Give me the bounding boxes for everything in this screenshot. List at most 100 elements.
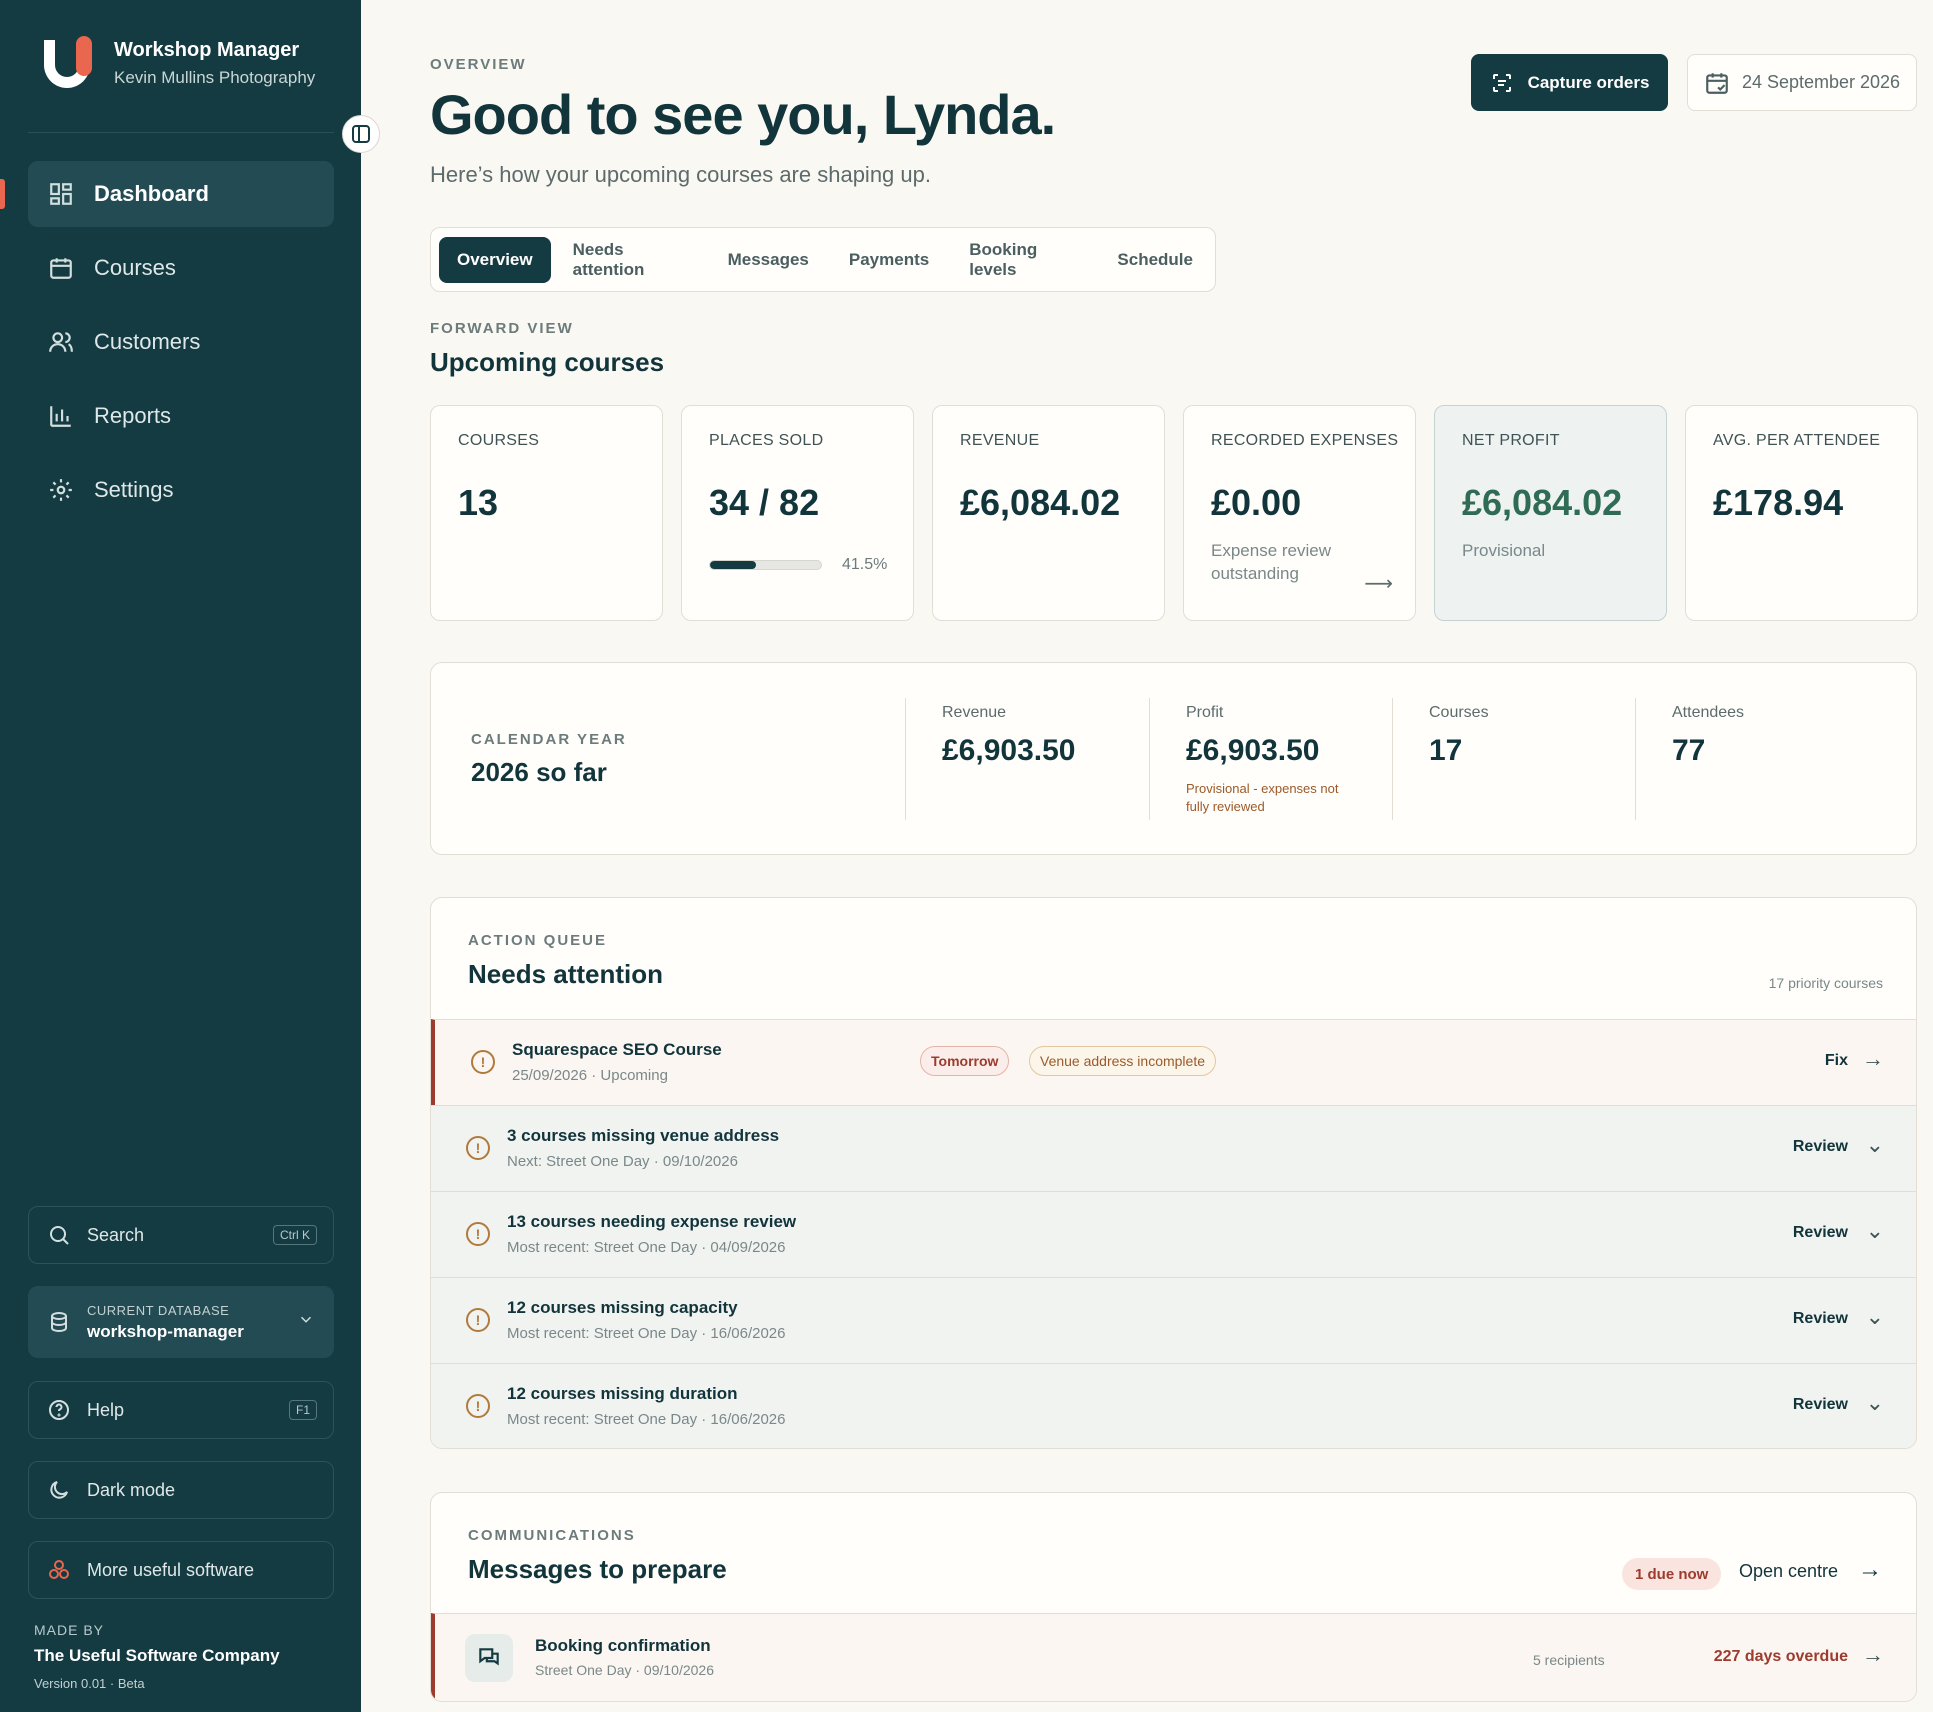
- attention-row-subtitle: Most recent: Street One Day · 16/06/2026: [507, 1411, 786, 1428]
- app-logo: [42, 36, 92, 90]
- kpi-places-sold: PLACES SOLD 34 / 82 41.5%: [681, 405, 914, 621]
- tab-payments[interactable]: Payments: [831, 237, 947, 283]
- review-button[interactable]: Review: [1793, 1396, 1848, 1414]
- communications-eyebrow: COMMUNICATIONS: [468, 1527, 636, 1544]
- review-button[interactable]: Review: [1793, 1310, 1848, 1328]
- due-now-badge: 1 due now: [1622, 1558, 1722, 1590]
- review-button[interactable]: Review: [1793, 1224, 1848, 1242]
- kpi-label: AVG. PER ATTENDEE: [1713, 432, 1881, 449]
- kpi-revenue: REVENUE £6,084.02: [932, 405, 1165, 621]
- tab-schedule[interactable]: Schedule: [1099, 237, 1211, 283]
- cubes-icon: [49, 1560, 69, 1579]
- attention-row[interactable]: ! 3 courses missing venue address Next: …: [431, 1105, 1916, 1191]
- priority-count: 17 priority courses: [1768, 975, 1883, 991]
- page-subtitle: Here’s how your upcoming courses are sha…: [430, 162, 931, 187]
- tab-overview[interactable]: Overview: [439, 236, 551, 283]
- nav-label: Settings: [94, 477, 174, 502]
- more-software-label: More useful software: [87, 1559, 255, 1580]
- kpi-value: £6,084.02: [1462, 482, 1623, 523]
- message-recipients: 5 recipients: [1533, 1652, 1605, 1668]
- action-queue-card: ACTION QUEUE Needs attention 17 priority…: [430, 897, 1917, 1449]
- attention-row[interactable]: ! 13 courses needing expense review Most…: [431, 1191, 1916, 1277]
- made-by-label: MADE BY: [34, 1622, 105, 1638]
- kpi-net-profit: NET PROFIT £6,084.02 Provisional: [1434, 405, 1667, 621]
- page-title: Good to see you, Lynda.: [430, 83, 1056, 146]
- attention-row-subtitle: Most recent: Street One Day · 04/09/2026: [507, 1239, 786, 1256]
- nav-label: Customers: [94, 329, 201, 354]
- attention-row[interactable]: ! 12 courses missing duration Most recen…: [431, 1363, 1916, 1448]
- attention-row-title: Squarespace SEO Course: [512, 1040, 722, 1059]
- nav-item-settings[interactable]: Settings: [28, 457, 334, 523]
- action-queue-eyebrow: ACTION QUEUE: [468, 932, 608, 949]
- app-subtitle: Kevin Mullins Photography: [114, 67, 316, 87]
- chevron-down-icon[interactable]: ⌄: [1866, 1218, 1884, 1244]
- made-by: MADE BY The Useful Software Company Vers…: [34, 1622, 280, 1691]
- year-profit-note: Provisional - expenses not fully reviewe…: [1186, 781, 1339, 815]
- alert-icon: !: [466, 1136, 490, 1160]
- section-tabs: Overview Needs attention Messages Paymen…: [430, 227, 1216, 292]
- chevron-down-icon[interactable]: ⌄: [1866, 1132, 1884, 1158]
- year-attendees-value: 77: [1672, 734, 1706, 767]
- capture-orders-button[interactable]: Capture orders: [1471, 54, 1668, 111]
- database-icon: [51, 1312, 67, 1333]
- nav-item-customers[interactable]: Customers: [28, 309, 334, 375]
- collapse-sidebar-button[interactable]: [342, 115, 380, 153]
- places-sold-progress: [709, 560, 822, 570]
- arrow-right-icon[interactable]: →: [1858, 1556, 1882, 1584]
- chevron-down-icon[interactable]: ⌄: [1866, 1304, 1884, 1330]
- current-date: 24 September 2026: [1741, 72, 1901, 92]
- year-profit: Profit £6,903.50 Provisional - expenses …: [1149, 698, 1356, 820]
- tab-messages[interactable]: Messages: [710, 237, 827, 283]
- nav-item-reports[interactable]: Reports: [28, 383, 334, 449]
- open-centre-link[interactable]: Open centre: [1739, 1561, 1838, 1582]
- search-button[interactable]: Search Ctrl K: [28, 1206, 334, 1264]
- attention-row-subtitle: Most recent: Street One Day · 16/06/2026: [507, 1325, 786, 1342]
- chevron-down-icon: [297, 1311, 315, 1334]
- search-label: Search: [87, 1224, 145, 1245]
- capture-orders-label: Capture orders: [1527, 72, 1650, 92]
- progress-fill: [710, 561, 757, 569]
- date-picker-button[interactable]: 24 September 2026: [1687, 54, 1917, 111]
- help-shortcut: F1: [288, 1400, 317, 1420]
- nav-item-courses[interactable]: Courses: [28, 235, 334, 301]
- scan-icon: [1492, 73, 1511, 92]
- attention-row-title: 12 courses missing capacity: [507, 1298, 738, 1317]
- message-row[interactable]: Booking confirmation Street One Day · 09…: [431, 1613, 1916, 1701]
- version-text: Version 0.01 · Beta: [34, 1676, 145, 1691]
- kpi-value: 13: [458, 482, 499, 523]
- nav-label: Dashboard: [94, 181, 209, 206]
- attention-row[interactable]: ! 12 courses missing capacity Most recen…: [431, 1277, 1916, 1363]
- moon-icon: [50, 1481, 68, 1499]
- message-title: Booking confirmation: [535, 1636, 711, 1655]
- year-profit-value: £6,903.50: [1186, 734, 1320, 767]
- search-shortcut: Ctrl K: [273, 1225, 317, 1245]
- tab-needs-attention[interactable]: Needs attention: [555, 237, 706, 283]
- kpi-courses: COURSES 13: [430, 405, 663, 621]
- upcoming-courses-title: Upcoming courses: [430, 347, 665, 377]
- users-icon: [48, 329, 74, 355]
- alert-icon: !: [466, 1308, 490, 1332]
- attention-row[interactable]: ! Squarespace SEO Course 25/09/2026 · Up…: [431, 1019, 1916, 1105]
- calendar-icon: [48, 255, 74, 281]
- help-button[interactable]: Help F1: [28, 1381, 334, 1439]
- kpi-recorded-expenses[interactable]: RECORDED EXPENSES £0.00 Expense review o…: [1183, 405, 1416, 621]
- database-label: CURRENT DATABASE: [87, 1302, 230, 1318]
- review-button[interactable]: Review: [1793, 1138, 1848, 1156]
- help-icon: [49, 1400, 69, 1420]
- sidebar-toggle-icon: [352, 125, 370, 143]
- chevron-down-icon[interactable]: ⌄: [1866, 1390, 1884, 1416]
- needs-attention-title: Needs attention: [468, 959, 664, 989]
- tab-booking-levels[interactable]: Booking levels: [951, 237, 1095, 283]
- page-eyebrow: OVERVIEW: [430, 56, 527, 73]
- nav-item-dashboard[interactable]: Dashboard: [0, 161, 334, 227]
- more-software-link[interactable]: More useful software: [28, 1541, 334, 1599]
- dark-mode-toggle[interactable]: Dark mode: [28, 1461, 334, 1519]
- alert-icon: !: [466, 1222, 490, 1246]
- kpi-label: REVENUE: [960, 432, 1040, 449]
- kpi-avg-per-attendee: AVG. PER ATTENDEE £178.94: [1685, 405, 1918, 621]
- attention-row-title: 12 courses missing duration: [507, 1384, 738, 1403]
- fix-button[interactable]: Fix: [1825, 1052, 1848, 1070]
- chat-icon: [465, 1634, 513, 1682]
- database-selector[interactable]: CURRENT DATABASE workshop-manager: [28, 1286, 334, 1358]
- arrow-right-icon: →: [1862, 1046, 1884, 1071]
